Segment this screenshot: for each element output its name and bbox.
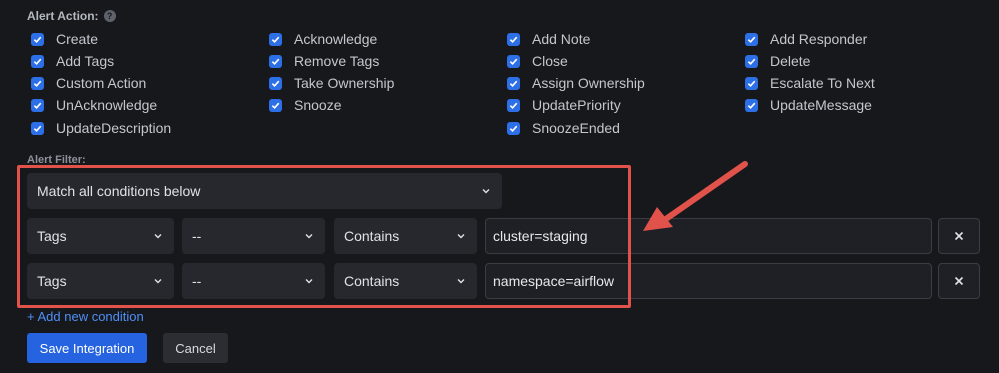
condition-operator-value: Contains	[344, 273, 400, 289]
checkbox-assign-ownership[interactable]: Assign Ownership	[507, 73, 645, 93]
checkbox-checked-icon[interactable]	[31, 121, 44, 135]
annotation-arrow-icon	[643, 161, 748, 231]
condition-2-value-input[interactable]: namespace=airflow	[485, 263, 932, 299]
checkbox-checked-icon[interactable]	[745, 54, 758, 68]
checkbox-unacknowledge[interactable]: UnAcknowledge	[31, 95, 157, 115]
question-circle-icon[interactable]: ?	[103, 10, 116, 22]
save-integration-button[interactable]: Save Integration	[27, 333, 147, 363]
checkbox-close[interactable]: Close	[507, 51, 568, 71]
condition-1-field-select[interactable]: Tags	[27, 218, 174, 254]
alert-action-label-text: Alert Action:	[27, 9, 99, 23]
checkbox-take-ownership[interactable]: Take Ownership	[269, 73, 394, 93]
match-mode-value: Match all conditions below	[37, 183, 201, 199]
condition-value-text: namespace=airflow	[493, 273, 615, 289]
match-mode-select[interactable]: Match all conditions below	[27, 173, 502, 209]
checkbox-label: Close	[532, 53, 568, 69]
checkbox-label: Custom Action	[56, 75, 147, 91]
close-icon	[954, 276, 964, 286]
condition-operator-value: Contains	[344, 228, 400, 244]
checkbox-checked-icon[interactable]	[507, 54, 520, 68]
checkbox-label: Snooze	[294, 97, 342, 113]
condition-key-value: --	[192, 228, 202, 244]
checkbox-checked-icon[interactable]	[745, 32, 758, 46]
checkbox-add-responder[interactable]: Add Responder	[745, 29, 867, 49]
checkbox-snoozeended[interactable]: SnoozeEnded	[507, 118, 620, 138]
condition-key-value: --	[192, 273, 202, 289]
condition-2-operator-select[interactable]: Contains	[334, 263, 477, 299]
chevron-down-icon	[305, 234, 313, 239]
checkbox-updatepriority[interactable]: UpdatePriority	[507, 95, 621, 115]
checkbox-label: SnoozeEnded	[532, 120, 620, 136]
condition-field-value: Tags	[37, 228, 67, 244]
condition-2-field-select[interactable]: Tags	[27, 263, 174, 299]
checkbox-label: UpdateMessage	[770, 97, 872, 113]
checkbox-checked-icon[interactable]	[269, 54, 282, 68]
checkbox-checked-icon[interactable]	[507, 32, 520, 46]
checkbox-checked-icon[interactable]	[269, 76, 282, 90]
checkbox-label: Delete	[770, 53, 811, 69]
condition-value-text: cluster=staging	[493, 228, 588, 244]
alert-action-label: Alert Action: ?	[27, 9, 116, 23]
checkbox-checked-icon[interactable]	[269, 98, 282, 112]
add-new-condition-link[interactable]: + Add new condition	[27, 309, 144, 324]
alert-filter-label: Alert Filter:	[27, 154, 86, 166]
checkbox-label: Add Tags	[56, 53, 115, 69]
checkbox-escalate-to-next[interactable]: Escalate To Next	[745, 73, 875, 93]
checkbox-label: Remove Tags	[294, 53, 380, 69]
checkbox-checked-icon[interactable]	[269, 32, 282, 46]
checkbox-create[interactable]: Create	[31, 29, 98, 49]
checkbox-checked-icon[interactable]	[31, 54, 44, 68]
chevron-down-icon	[457, 234, 465, 239]
checkbox-updatemessage[interactable]: UpdateMessage	[745, 95, 872, 115]
condition-field-value: Tags	[37, 273, 67, 289]
checkbox-label: Acknowledge	[294, 31, 378, 47]
checkbox-label: UpdateDescription	[56, 120, 172, 136]
alert-action-checkbox-grid: Create Add Tags Custom Action UnAcknowle…	[31, 29, 961, 141]
checkbox-remove-tags[interactable]: Remove Tags	[269, 51, 379, 71]
checkbox-checked-icon[interactable]	[31, 32, 44, 46]
condition-2-key-select[interactable]: --	[182, 263, 325, 299]
checkbox-add-tags[interactable]: Add Tags	[31, 51, 114, 71]
checkbox-checked-icon[interactable]	[31, 76, 44, 90]
condition-1-operator-select[interactable]: Contains	[334, 218, 477, 254]
checkbox-label: UnAcknowledge	[56, 97, 158, 113]
checkbox-checked-icon[interactable]	[745, 76, 758, 90]
checkbox-label: Take Ownership	[294, 75, 395, 91]
chevron-down-icon	[457, 279, 465, 284]
checkbox-checked-icon[interactable]	[507, 121, 520, 135]
checkbox-label: UpdatePriority	[532, 97, 621, 113]
remove-condition-1-button[interactable]	[938, 218, 980, 254]
checkbox-label: Assign Ownership	[532, 75, 645, 91]
remove-condition-2-button[interactable]	[938, 263, 980, 299]
checkbox-add-note[interactable]: Add Note	[507, 29, 590, 49]
checkbox-custom-action[interactable]: Custom Action	[31, 73, 146, 93]
chevron-down-icon	[154, 279, 162, 284]
checkbox-checked-icon[interactable]	[507, 98, 520, 112]
close-icon	[954, 231, 964, 241]
checkbox-acknowledge[interactable]: Acknowledge	[269, 29, 377, 49]
checkbox-label: Escalate To Next	[770, 75, 875, 91]
chevron-down-icon	[482, 189, 490, 194]
checkbox-label: Add Responder	[770, 31, 868, 47]
checkbox-label: Add Note	[532, 31, 591, 47]
checkbox-checked-icon[interactable]	[507, 76, 520, 90]
chevron-down-icon	[154, 234, 162, 239]
checkbox-label: Create	[56, 31, 99, 47]
checkbox-checked-icon[interactable]	[31, 98, 44, 112]
checkbox-checked-icon[interactable]	[745, 98, 758, 112]
condition-1-key-select[interactable]: --	[182, 218, 325, 254]
chevron-down-icon	[305, 279, 313, 284]
cancel-button[interactable]: Cancel	[163, 333, 228, 363]
checkbox-snooze[interactable]: Snooze	[269, 95, 341, 115]
checkbox-delete[interactable]: Delete	[745, 51, 810, 71]
checkbox-updatedescription[interactable]: UpdateDescription	[31, 118, 171, 138]
